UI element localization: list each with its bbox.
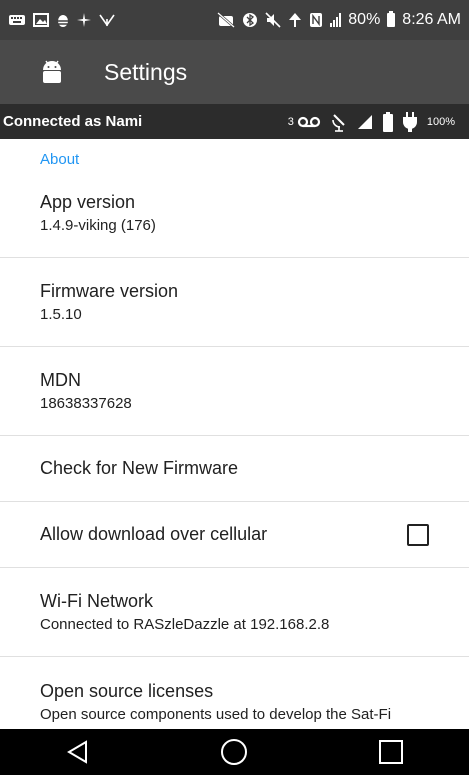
setting-mdn[interactable]: MDN 18638337628: [0, 347, 469, 436]
voicemail-icon: [297, 116, 321, 128]
setting-title: Wi-Fi Network: [40, 591, 153, 611]
navigation-bar: [0, 729, 469, 775]
back-icon[interactable]: [58, 732, 98, 772]
app-bar: Settings: [0, 40, 469, 104]
keyboard-icon: [8, 13, 26, 27]
setting-value: Open source components used to develop t…: [40, 706, 392, 723]
satellite-icon: [331, 112, 347, 132]
cellular-download-checkbox[interactable]: [407, 523, 429, 546]
setting-title: Open source licenses: [40, 681, 214, 701]
plug-icon: [402, 111, 417, 132]
network-icon: [288, 12, 302, 28]
sparkle-icon: [77, 13, 91, 27]
setting-wifi-network[interactable]: Wi-Fi Network Connected to RASzleDazzle …: [0, 568, 469, 657]
setting-title: Check for New Firmware: [40, 458, 239, 478]
check-firmware-button[interactable]: Check for New Firmware: [0, 436, 469, 502]
setting-title: Allow download over cellular: [40, 524, 268, 544]
setting-firmware-version[interactable]: Firmware version 1.5.10: [0, 258, 469, 347]
signal-strength-icon: [357, 114, 373, 130]
setting-app-version[interactable]: App version 1.4.9-viking (176): [0, 169, 469, 258]
setting-value: Connected to RASzleDazzle at 192.168.2.8: [40, 616, 330, 633]
page-title: Settings: [104, 58, 188, 85]
setting-value: 18638337628: [40, 395, 132, 412]
setting-title: Firmware version: [40, 281, 179, 301]
status-bar: 80% 8:26 AM: [0, 0, 469, 40]
usb-icon: [98, 13, 116, 27]
android-icon[interactable]: [38, 58, 66, 86]
bluetooth-icon: [242, 12, 258, 28]
setting-value: 1.5.10: [40, 306, 82, 323]
nfc-icon: [309, 12, 323, 28]
clock: 8:26 AM: [402, 11, 461, 28]
setting-value: 1.4.9-viking (176): [40, 217, 156, 234]
status-bar-system: 80% 8:26 AM: [217, 11, 461, 29]
battery-percent: 80%: [348, 11, 381, 28]
device-status-icons: 3 100%: [287, 111, 455, 132]
image-icon: [33, 13, 49, 27]
setting-title: App version: [40, 192, 136, 212]
setting-open-source-licenses[interactable]: Open source licenses Open source compone…: [0, 657, 469, 729]
setting-title: MDN: [40, 370, 81, 390]
bug-icon: [56, 12, 70, 28]
recents-icon[interactable]: [371, 732, 411, 772]
settings-list[interactable]: About App version 1.4.9-viking (176) Fir…: [0, 139, 469, 729]
voicemail-count: 3: [287, 115, 294, 128]
signal-icon: [330, 13, 342, 27]
status-bar-notifications: [8, 12, 116, 28]
section-header-about: About: [40, 151, 80, 168]
connection-text: Connected as Nami: [3, 113, 143, 130]
device-battery-icon: [382, 111, 393, 132]
battery-icon: [387, 11, 396, 27]
wifi-off-icon: [217, 12, 236, 28]
device-battery-percent: 100%: [426, 115, 455, 128]
home-icon[interactable]: [214, 732, 254, 772]
setting-allow-cellular-download[interactable]: Allow download over cellular: [0, 502, 469, 568]
mute-icon: [265, 12, 281, 28]
connection-status-bar: Connected as Nami 3 100%: [0, 104, 469, 139]
